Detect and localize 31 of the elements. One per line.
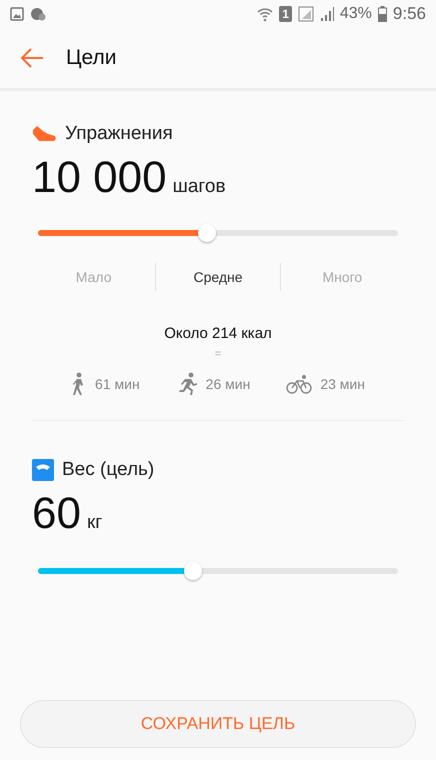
- notification-icon: [30, 7, 46, 21]
- section-title: Вес (цель): [62, 459, 154, 481]
- cyclist-icon: [286, 374, 312, 394]
- page-title: Цели: [66, 46, 117, 70]
- battery-percent: 43%: [340, 5, 372, 23]
- signal-icon: [298, 6, 314, 22]
- level-option[interactable]: Много: [280, 263, 404, 291]
- scale-icon: [32, 459, 54, 481]
- activity-duration: 61 мин: [95, 376, 140, 392]
- activity-duration: 26 мин: [206, 376, 250, 392]
- battery-icon: [378, 6, 387, 22]
- clock-time: 9:56: [392, 4, 426, 24]
- signal-icon: [320, 6, 334, 22]
- steps-unit: шагов: [172, 176, 226, 198]
- slider-thumb[interactable]: [198, 224, 216, 242]
- weight-unit: кг: [86, 512, 102, 534]
- calories-text: Около 214 ккал: [164, 325, 272, 342]
- equals-sign: =: [214, 348, 222, 360]
- section-title: Упражнения: [65, 123, 173, 145]
- back-arrow-icon[interactable]: [20, 48, 44, 68]
- activity-duration: 23 мин: [320, 376, 365, 392]
- level-option[interactable]: Мало: [32, 263, 156, 291]
- save-goal-button[interactable]: СОХРАНИТЬ ЦЕЛЬ: [20, 700, 416, 748]
- slider-thumb[interactable]: [184, 562, 202, 580]
- sneaker-icon: [32, 125, 57, 143]
- wifi-icon: [257, 6, 274, 22]
- steps-value: 10 000: [32, 153, 167, 203]
- image-icon: [10, 7, 24, 21]
- weight-value: 60: [32, 489, 81, 539]
- level-option[interactable]: Средне: [155, 263, 280, 291]
- sim-badge: 1: [279, 6, 292, 22]
